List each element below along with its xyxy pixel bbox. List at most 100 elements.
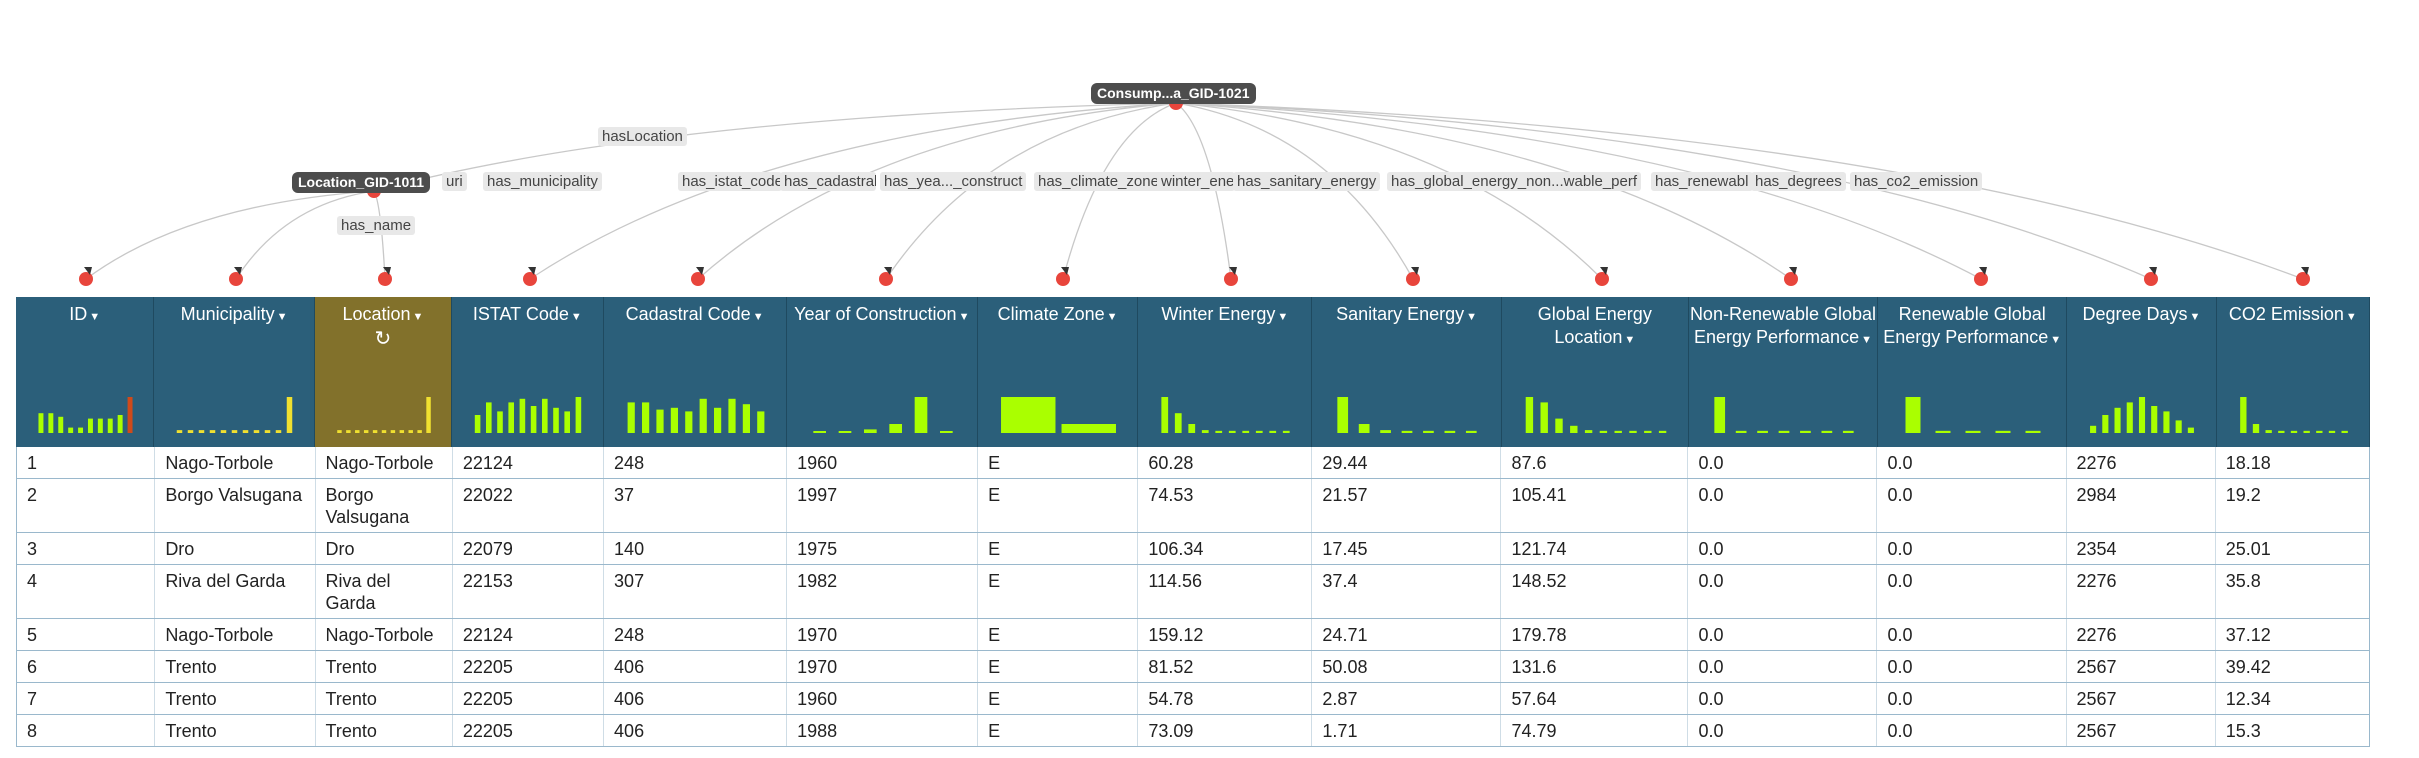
sort-caret-icon[interactable]: ▼ <box>1861 334 1872 346</box>
histogram-bar <box>486 402 492 433</box>
table-row[interactable]: 3 Dro Dro 22079 140 1975 E 106.34 17.45 121.74 0.0… <box>17 533 2369 565</box>
cell-id: 3 <box>17 533 156 564</box>
column-header-climate-zone[interactable]: Climate Zone ▼ <box>978 297 1139 447</box>
table-row[interactable]: 4 Riva del Garda Riva del Garda 22153 307 198… <box>17 565 2369 619</box>
table-row[interactable]: 2 Borgo Valsugana Borgo Valsugana 22022 37 19… <box>17 479 2369 533</box>
sort-caret-icon[interactable]: ▼ <box>1277 311 1288 323</box>
cell-renewable-global-energy-performance: 0.0 <box>1877 447 2067 478</box>
table-row[interactable]: 8 Trento Trento 22205 406 1988 E 73.09 1.71 74.79… <box>17 715 2369 747</box>
cell-municipality: Borgo Valsugana <box>155 479 316 532</box>
edge-label-has-global-energy: has_global_energy_non...wable_perf <box>1387 172 1642 191</box>
sort-caret-icon[interactable]: ▼ <box>2050 334 2061 346</box>
location-node[interactable]: Location_GID-1011 <box>292 172 431 193</box>
graph-node-sanitary-energy[interactable] <box>1406 272 1420 286</box>
graph-node-global-energy-location[interactable] <box>1595 272 1609 286</box>
sort-caret-icon[interactable]: ▼ <box>277 311 288 323</box>
refresh-icon[interactable]: ↻ <box>315 329 451 349</box>
column-header-global-energy-location[interactable]: Global Energy Location ▼ <box>1502 297 1689 447</box>
column-header-label: Cadastral Code <box>625 304 751 324</box>
table-row[interactable]: 5 Nago-Torbole Nago-Torbole 22124 248 1970 E 15… <box>17 619 2369 651</box>
histogram-bar <box>87 418 93 433</box>
column-header-year-of-construction[interactable]: Year of Construction ▼ <box>787 297 978 447</box>
graph-node-degree-days[interactable] <box>2144 272 2158 286</box>
cell-municipality: Dro <box>155 533 316 564</box>
sort-caret-icon[interactable]: ▼ <box>571 311 582 323</box>
column-histogram <box>38 397 133 433</box>
cell-climate-zone: E <box>978 479 1139 532</box>
cell-non-renewable-global-energy-performance: 0.0 <box>1688 565 1878 618</box>
sort-caret-icon[interactable]: ▼ <box>89 311 100 323</box>
column-header-label: Non-Renewable Global Energy Performance <box>1689 304 1877 347</box>
histogram-bar <box>889 424 902 433</box>
histogram-bar <box>2252 424 2259 433</box>
histogram-bar <box>813 431 826 433</box>
column-header-location[interactable]: Location ▼ ↻ <box>314 297 453 447</box>
consumption-node[interactable]: Consump...a_GID-1021 <box>1091 83 1256 104</box>
table-row[interactable]: 1 Nago-Torbole Nago-Torbole 22124 248 1960 E 60… <box>17 447 2369 479</box>
sort-caret-icon[interactable]: ▼ <box>1624 334 1635 346</box>
column-header-winter-energy[interactable]: Winter Energy ▼ <box>1138 297 1313 447</box>
cell-year-of-construction: 1988 <box>787 715 979 746</box>
column-header-renewable-global-energy-performance[interactable]: Renewable Global Energy Performance ▼ <box>1878 297 2068 447</box>
sort-caret-icon[interactable]: ▼ <box>1466 311 1477 323</box>
cell-municipality: Trento <box>155 715 316 746</box>
graph-node-year-of-construction[interactable] <box>879 272 893 286</box>
sort-caret-icon[interactable]: ▼ <box>1107 311 1118 323</box>
column-header-non-renewable-global-energy-performance[interactable]: Non-Renewable Global Energy Performance ▼ <box>1689 297 1879 447</box>
column-header-co2-emission[interactable]: CO2 Emission ▼ <box>2217 297 2370 447</box>
graph-node-cadastral-code[interactable] <box>691 272 705 286</box>
histogram-bar <box>2025 430 2041 433</box>
cell-renewable-global-energy-performance: 0.0 <box>1877 715 2067 746</box>
graph-node-location[interactable] <box>378 272 392 286</box>
histogram-bar <box>1380 430 1392 433</box>
sort-caret-icon[interactable]: ▼ <box>2190 311 2201 323</box>
graph-node-renewable-global-energy-performance[interactable] <box>1974 272 1988 286</box>
graph-node-municipality[interactable] <box>229 272 243 286</box>
graph-node-climate-zone[interactable] <box>1056 272 1070 286</box>
graph-node-non-renewable-global-energy-performance[interactable] <box>1784 272 1798 286</box>
cell-sanitary-energy: 17.45 <box>1312 533 1502 564</box>
cell-degree-days: 2567 <box>2067 715 2216 746</box>
graph-view[interactable]: Consump...a_GID-1021 Location_GID-1011 h… <box>0 0 2419 300</box>
cell-id: 8 <box>17 715 156 746</box>
histogram-bar <box>684 411 692 433</box>
graph-edge <box>1062 102 1177 280</box>
column-header-id[interactable]: ID ▼ <box>16 297 155 447</box>
sort-caret-icon[interactable]: ▼ <box>413 311 424 323</box>
cell-year-of-construction: 1960 <box>787 683 979 714</box>
edge-label-uri: uri <box>442 172 467 191</box>
sort-caret-icon[interactable]: ▼ <box>753 311 764 323</box>
cell-istat-code: 22124 <box>453 619 605 650</box>
column-header-sanitary-energy[interactable]: Sanitary Energy ▼ <box>1312 297 1502 447</box>
graph-edges <box>79 91 2310 286</box>
table-row[interactable]: 7 Trento Trento 22205 406 1960 E 54.78 2.87 57.64… <box>17 683 2369 715</box>
column-header-cadastral-code[interactable]: Cadastral Code ▼ <box>604 297 787 447</box>
graph-node-winter-energy[interactable] <box>1224 272 1238 286</box>
table-row[interactable]: 6 Trento Trento 22205 406 1970 E 81.52 50.08 131.… <box>17 651 2369 683</box>
graph-node-co2-emission[interactable] <box>2296 272 2310 286</box>
sort-caret-icon[interactable]: ▼ <box>2346 311 2357 323</box>
cell-degree-days: 2567 <box>2067 651 2216 682</box>
histogram-bar <box>1569 425 1578 433</box>
sort-caret-icon[interactable]: ▼ <box>959 311 970 323</box>
histogram-bar <box>1821 430 1833 433</box>
histogram-bar <box>713 407 721 433</box>
histogram-bar <box>474 415 481 433</box>
histogram-bar <box>1423 430 1435 433</box>
column-header-label: Climate Zone <box>997 304 1105 324</box>
histogram-bar <box>2341 430 2348 433</box>
cell-winter-energy: 81.52 <box>1138 651 1313 682</box>
histogram-bar <box>2163 411 2170 433</box>
histogram-bar <box>838 431 852 433</box>
histogram-bar <box>336 430 342 433</box>
cell-istat-code: 22079 <box>453 533 605 564</box>
cell-degree-days: 2276 <box>2067 447 2216 478</box>
column-header-degree-days[interactable]: Degree Days ▼ <box>2067 297 2217 447</box>
histogram-bar <box>265 430 271 433</box>
column-header-municipality[interactable]: Municipality ▼ <box>154 297 315 447</box>
column-header-istat-code[interactable]: ISTAT Code ▼ <box>452 297 604 447</box>
column-histogram <box>2090 397 2195 433</box>
histogram-bar <box>756 411 764 433</box>
graph-node-id[interactable] <box>79 272 93 286</box>
graph-node-istat-code[interactable] <box>523 272 537 286</box>
